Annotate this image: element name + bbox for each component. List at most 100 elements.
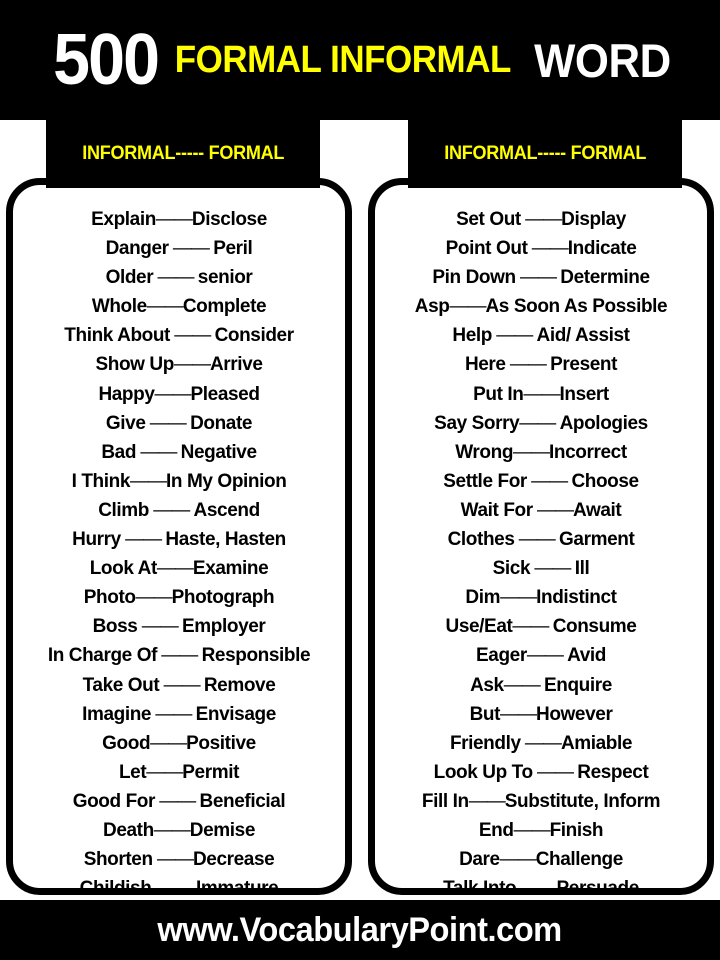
formal-word: Indicate — [567, 238, 637, 260]
pair-dash-separator: —— — [520, 732, 562, 754]
word-pair-row: Childish —— Immature — [13, 874, 345, 895]
poster-page: 500 FORMAL INFORMAL WORD Explain——Disclo… — [0, 0, 720, 960]
informal-word: Wait For — [460, 499, 533, 521]
word-pair-row: Death——Demise — [13, 816, 345, 845]
formal-word: Await — [573, 499, 622, 521]
informal-word: Dim — [465, 587, 501, 609]
pair-dash-separator: —— — [519, 412, 560, 434]
formal-word: Arrive — [209, 354, 263, 376]
formal-word: Garment — [559, 529, 635, 551]
informal-word: Fill In — [421, 790, 469, 812]
footer-website: www.VocabularyPoint.com — [157, 910, 563, 949]
formal-word: Beneficial — [199, 790, 286, 812]
formal-word: As Soon As Possible — [485, 296, 668, 318]
formal-word: Immature — [195, 878, 279, 895]
formal-word: Donate — [190, 412, 253, 434]
pair-dash-separator: —— — [168, 238, 214, 260]
informal-word: Wrong — [455, 441, 514, 463]
formal-word: Demise — [189, 819, 256, 841]
word-pair-row: Photo——Photograph — [13, 583, 345, 612]
informal-word: Look At — [89, 558, 158, 580]
pair-dash-separator: —— — [527, 238, 569, 260]
word-card-right: Set Out ——Display Point Out ——Indicate Pin… — [368, 178, 714, 895]
word-pair-row: Settle For —— Choose — [375, 467, 707, 496]
informal-word: Look Up To — [433, 761, 533, 783]
informal-word: Pin Down — [432, 267, 516, 289]
pair-dash-separator: —— — [515, 267, 561, 289]
formal-word: Pleased — [190, 383, 260, 405]
title-count: 500 — [52, 20, 160, 100]
informal-word: Good For — [72, 790, 156, 812]
word-pair-row: Bad —— Negative — [13, 438, 345, 467]
informal-word: Let — [118, 761, 147, 783]
informal-word: Say Sorry — [434, 412, 520, 434]
formal-word: Permit — [182, 761, 240, 783]
formal-word: Examine — [192, 558, 269, 580]
word-pair-row: Wait For ——Await — [375, 496, 707, 525]
formal-word: senior — [197, 267, 253, 289]
informal-word: Friendly — [449, 732, 521, 754]
word-pair-row: Help —— Aid/ Assist — [375, 321, 707, 350]
poster-footer: www.VocabularyPoint.com — [0, 900, 720, 960]
informal-word: Shorten — [83, 849, 153, 871]
pair-dash-separator: —— — [170, 325, 215, 347]
formal-word: Respect — [577, 761, 649, 783]
formal-word: Indistinct — [536, 587, 617, 609]
word-pair-row: Clothes —— Garment — [375, 525, 707, 554]
word-pair-row: Eager—— Avid — [375, 641, 707, 670]
informal-word: Older — [105, 267, 154, 289]
pair-dash-separator: —— — [516, 878, 558, 895]
pair-dash-separator: —— — [137, 616, 183, 638]
poster-title-bar: 500 FORMAL INFORMAL WORD — [0, 0, 720, 120]
formal-word: Positive — [186, 732, 256, 754]
formal-word: Persuade — [556, 878, 640, 895]
word-pair-row: Imagine —— Envisage — [13, 700, 345, 729]
informal-word: Clothes — [447, 529, 515, 551]
word-pair-row: Dare——Challenge — [375, 845, 707, 874]
formal-word: Complete — [182, 296, 267, 318]
word-pair-row: Look At——Examine — [13, 554, 345, 583]
pair-dash-separator: —— — [136, 441, 181, 463]
informal-word: Settle For — [443, 470, 527, 492]
word-pair-row: Put In——Insert — [375, 380, 707, 409]
pair-dash-separator: —— — [148, 499, 194, 521]
word-pair-row: Look Up To —— Respect — [375, 758, 707, 787]
title-middle-text: FORMAL INFORMAL — [174, 39, 512, 81]
informal-word: Give — [105, 412, 146, 434]
informal-word: Asp — [414, 296, 450, 318]
word-pair-row: Set Out ——Display — [375, 205, 707, 234]
formal-word: Choose — [571, 470, 639, 492]
word-pair-row: Good For —— Beneficial — [13, 787, 345, 816]
word-pair-row: Think About —— Consider — [13, 321, 345, 350]
pair-dash-separator: —— — [513, 819, 551, 841]
pair-dash-separator: —— — [146, 761, 183, 783]
formal-word: Envisage — [195, 703, 277, 725]
informal-word: I Think — [71, 470, 131, 492]
formal-word: Aid/ Assist — [536, 325, 630, 347]
formal-word: Haste, Hasten — [165, 529, 286, 551]
word-pair-row: Boss —— Employer — [13, 612, 345, 641]
formal-word: Substitute, Inform — [504, 790, 661, 812]
word-pair-row: End——Finish — [375, 816, 707, 845]
informal-word: Sick — [492, 558, 531, 580]
pair-dash-separator: —— — [500, 703, 537, 725]
informal-word: Climb — [98, 499, 149, 521]
informal-word: Imagine — [82, 703, 152, 725]
pair-dash-separator: —— — [154, 383, 192, 405]
formal-word: Present — [550, 354, 618, 376]
informal-word: Whole — [91, 296, 147, 318]
formal-word: Consume — [552, 616, 637, 638]
pair-dash-separator: —— — [523, 383, 561, 405]
word-pair-row: But——However — [375, 700, 707, 729]
informal-word: Put In — [473, 383, 524, 405]
formal-word: However — [536, 703, 613, 725]
formal-word: Challenge — [535, 849, 624, 871]
pair-dash-separator: —— — [157, 645, 202, 667]
pair-dash-separator: —— — [159, 674, 204, 696]
word-pair-row: In Charge Of —— Responsible — [13, 641, 345, 670]
informal-word: Use/Eat — [445, 616, 513, 638]
word-card-left: Explain——Disclose Danger —— Peril Older ——… — [6, 178, 352, 895]
word-pair-row: Let——Permit — [13, 758, 345, 787]
pair-dash-separator: —— — [505, 354, 551, 376]
formal-word: Avid — [567, 645, 606, 667]
